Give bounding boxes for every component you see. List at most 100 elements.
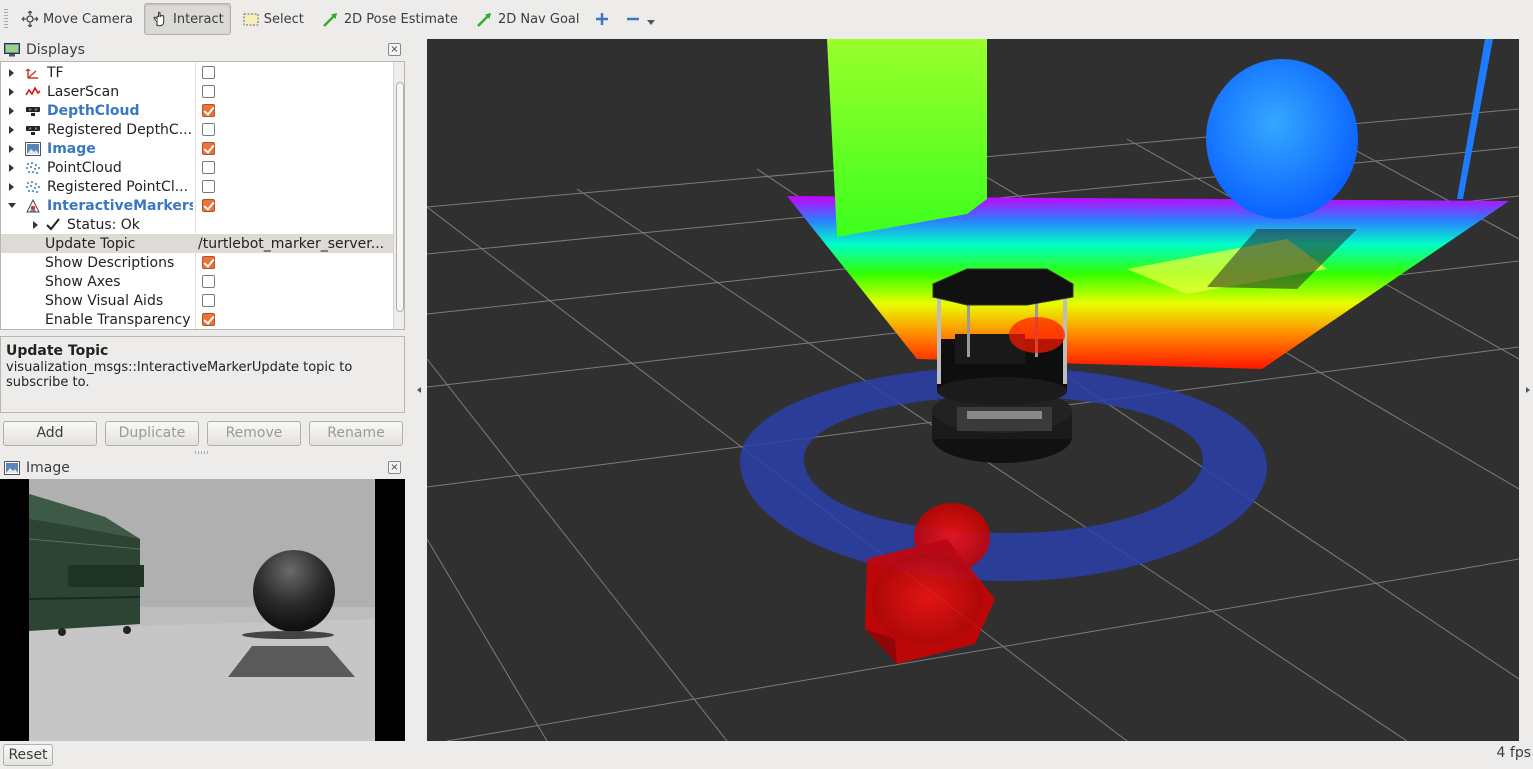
tree-item-label: PointCloud xyxy=(47,159,122,176)
property-update-topic[interactable]: Update Topic /turtlebot_marker_server... xyxy=(1,234,393,253)
property-show-axes[interactable]: Show Axes xyxy=(1,272,393,291)
tool-label: Move Camera xyxy=(43,11,134,27)
turtlebot-robot xyxy=(932,268,1074,463)
tool-label: 2D Nav Goal xyxy=(497,11,580,27)
laserscan-icon xyxy=(25,85,41,99)
expand-arrow-icon[interactable] xyxy=(9,68,14,77)
image-icon xyxy=(4,461,20,475)
show-visual-aids-checkbox[interactable] xyxy=(202,294,215,307)
expand-arrow-icon[interactable] xyxy=(9,182,14,191)
property-show-visual-aids[interactable]: Show Visual Aids xyxy=(1,291,393,310)
green-arrow-icon xyxy=(476,10,494,28)
close-icon[interactable]: × xyxy=(388,43,401,56)
displays-tree: TF LaserScan DepthCloud Registered Depth… xyxy=(0,61,405,330)
property-description: Update Topic visualization_msgs::Interac… xyxy=(0,336,405,413)
move-camera-icon xyxy=(21,10,39,28)
enable-checkbox[interactable] xyxy=(202,161,215,174)
property-enable-transparency[interactable]: Enable Transparency xyxy=(1,310,393,329)
duplicate-button[interactable]: Duplicate xyxy=(105,421,199,446)
image-panel-title: Image xyxy=(26,460,70,476)
tool-label: Select xyxy=(263,11,304,27)
expand-arrow-icon[interactable] xyxy=(9,163,14,172)
enable-checkbox[interactable] xyxy=(202,123,215,136)
displays-panel-header: Displays × xyxy=(0,39,405,61)
image-icon xyxy=(25,141,41,156)
expand-arrow-icon[interactable] xyxy=(9,125,14,134)
add-button[interactable]: Add xyxy=(3,421,97,446)
expand-arrow-icon[interactable] xyxy=(9,144,14,153)
tool-move-camera[interactable]: Move Camera xyxy=(14,3,140,35)
hand-pointer-icon xyxy=(151,10,169,28)
expand-arrow-icon[interactable] xyxy=(9,87,14,96)
tree-item-tf[interactable]: TF xyxy=(1,63,393,82)
depthcloud-icon xyxy=(25,104,41,118)
tree-item-label: LaserScan xyxy=(47,83,120,100)
camera-image-view xyxy=(0,479,405,741)
expand-arrow-icon[interactable] xyxy=(33,220,38,229)
status-bar: Reset 4 fps xyxy=(0,741,1533,769)
update-topic-value[interactable]: /turtlebot_marker_server... xyxy=(198,236,388,252)
tree-item-label: Registered PointCl... xyxy=(47,178,189,195)
reset-button[interactable]: Reset xyxy=(3,744,53,766)
description-title: Update Topic xyxy=(6,343,109,359)
green-arrow-icon xyxy=(322,10,340,28)
tree-item-status[interactable]: Status: Ok xyxy=(1,215,393,234)
enable-checkbox[interactable] xyxy=(202,104,215,117)
panel-splitter[interactable] xyxy=(195,451,209,454)
tree-item-depthcloud[interactable]: DepthCloud xyxy=(1,101,393,120)
tree-item-label: TF xyxy=(47,64,64,81)
close-icon[interactable]: × xyxy=(388,461,401,474)
description-text: visualization_msgs::InteractiveMarkerUpd… xyxy=(6,360,353,390)
collapse-arrow-icon[interactable] xyxy=(8,203,16,208)
tool-select[interactable]: Select xyxy=(235,3,311,35)
tool-2d-pose-estimate[interactable]: 2D Pose Estimate xyxy=(315,3,465,35)
toolbar-grip[interactable] xyxy=(4,9,8,29)
property-label: Update Topic xyxy=(45,235,136,252)
plus-icon xyxy=(593,10,611,28)
collapse-left-arrow-icon[interactable] xyxy=(417,387,421,393)
tool-interact[interactable]: Interact xyxy=(144,3,231,35)
property-show-descriptions[interactable]: Show Descriptions xyxy=(1,253,393,272)
select-box-icon xyxy=(242,10,260,28)
tf-icon xyxy=(25,66,41,80)
show-axes-checkbox[interactable] xyxy=(202,275,215,288)
depth-cloud-wall xyxy=(827,39,987,237)
3d-scene xyxy=(427,39,1519,741)
scrollbar-thumb[interactable] xyxy=(396,82,404,312)
tree-item-label: DepthCloud xyxy=(47,102,140,119)
tree-item-laserscan[interactable]: LaserScan xyxy=(1,82,393,101)
collapse-right-arrow-icon[interactable] xyxy=(1526,387,1530,393)
tree-item-image[interactable]: Image xyxy=(1,139,393,158)
chevron-down-icon xyxy=(646,19,655,25)
tool-label: 2D Pose Estimate xyxy=(343,11,458,27)
tree-item-label: Registered DepthC... xyxy=(47,121,193,138)
enable-checkbox[interactable] xyxy=(202,199,215,212)
pointcloud-icon xyxy=(25,161,41,175)
rename-button[interactable]: Rename xyxy=(309,421,403,446)
remove-button[interactable]: Remove xyxy=(207,421,301,446)
property-label: Show Visual Aids xyxy=(45,292,164,309)
pointcloud-icon xyxy=(25,180,41,194)
image-panel-header: Image × xyxy=(0,457,405,479)
3d-render-viewport[interactable] xyxy=(427,39,1519,741)
tree-scrollbar[interactable] xyxy=(393,62,404,329)
tree-item-pointcloud[interactable]: PointCloud xyxy=(1,158,393,177)
tree-item-label: InteractiveMarkers xyxy=(47,197,193,214)
tree-item-registered-pointcloud[interactable]: Registered PointCl... xyxy=(1,177,393,196)
property-label: Show Descriptions xyxy=(45,254,175,271)
remove-tool-button[interactable] xyxy=(622,3,656,35)
enable-checkbox[interactable] xyxy=(202,142,215,155)
tree-item-registered-depthcloud[interactable]: Registered DepthC... xyxy=(1,120,393,139)
status-label: Status: Ok xyxy=(67,216,140,233)
expand-arrow-icon[interactable] xyxy=(9,106,14,115)
enable-checkbox[interactable] xyxy=(202,66,215,79)
add-tool-button[interactable] xyxy=(590,3,618,35)
tool-2d-nav-goal[interactable]: 2D Nav Goal xyxy=(469,3,587,35)
enable-checkbox[interactable] xyxy=(202,180,215,193)
toolbar: Move Camera Interact Select 2D Pose Esti… xyxy=(0,0,1533,38)
interactive-markers-icon xyxy=(25,198,41,213)
enable-checkbox[interactable] xyxy=(202,85,215,98)
show-descriptions-checkbox[interactable] xyxy=(202,256,215,269)
tree-item-interactive-markers[interactable]: InteractiveMarkers xyxy=(1,196,393,215)
enable-transparency-checkbox[interactable] xyxy=(202,313,215,326)
